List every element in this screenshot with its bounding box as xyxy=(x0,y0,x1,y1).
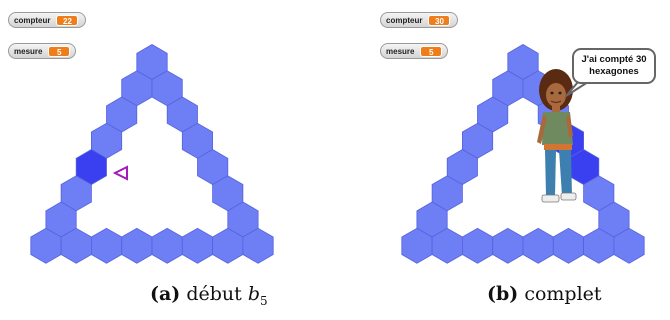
caption-a-tag: (a) xyxy=(150,283,181,305)
caption-a-var: b xyxy=(247,283,260,305)
hexagon-cell xyxy=(181,227,214,264)
speech-text: J'ai compté 30 hexagones xyxy=(581,54,647,77)
hexagon-cell xyxy=(151,227,183,264)
speech-bubble: J'ai compté 30 hexagones xyxy=(572,48,656,84)
stage-canvas xyxy=(30,44,645,264)
hexagon-cell xyxy=(522,227,554,264)
caption-b-text: complet xyxy=(524,283,602,305)
caption-b-tag: (b) xyxy=(487,283,519,305)
triangle-pointer-icon[interactable] xyxy=(112,165,128,181)
girl-character-icon[interactable] xyxy=(537,69,577,203)
hexagon-triangle-a xyxy=(30,44,274,264)
caption-a-sub: 5 xyxy=(260,293,268,308)
hexagon-cell xyxy=(121,227,153,264)
caption-a: (a) début b5 xyxy=(150,283,268,308)
hexagon-cell xyxy=(461,227,494,264)
hexagon-cell xyxy=(552,227,584,264)
hexagon-cell xyxy=(492,227,524,264)
caption-b: (b) complet xyxy=(487,283,602,305)
caption-a-text: début xyxy=(186,283,248,305)
hexagon-cell xyxy=(91,227,123,264)
